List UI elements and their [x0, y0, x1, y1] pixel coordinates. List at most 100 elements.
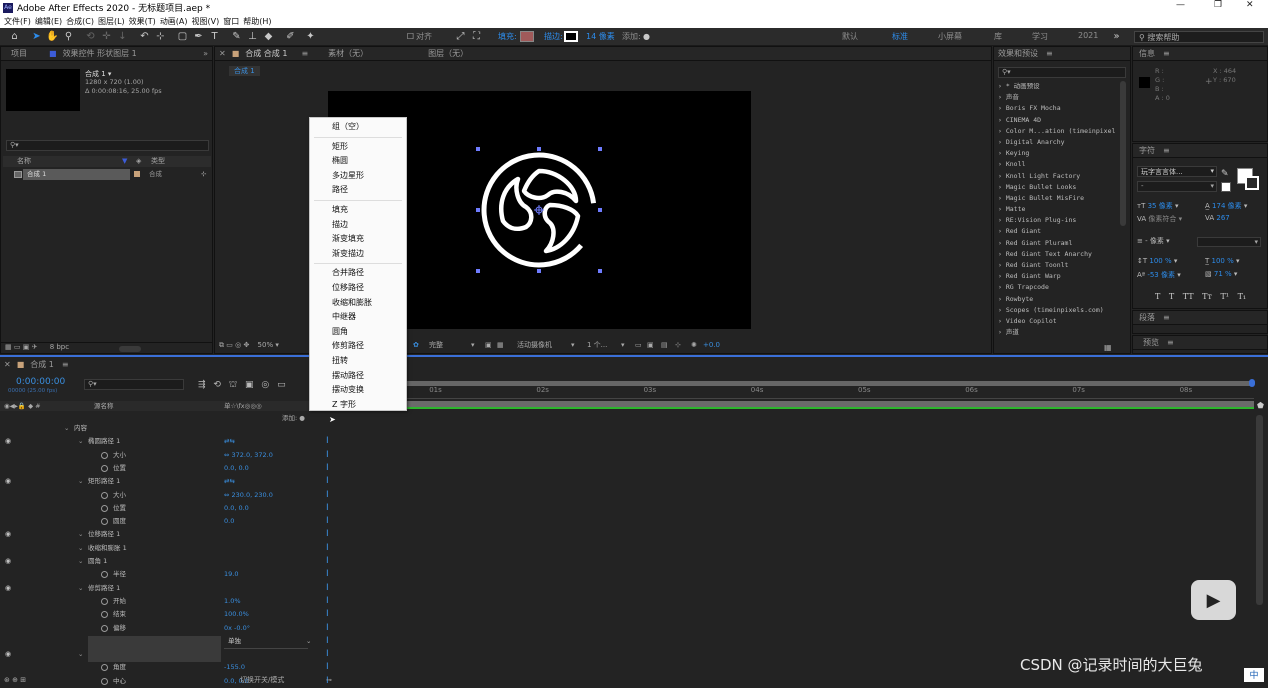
property-value[interactable]: 单独: [224, 635, 308, 650]
menu-item-round-corners[interactable]: 圆角: [310, 325, 406, 340]
twirl-arrow-icon[interactable]: ⌄: [78, 475, 83, 488]
bpc-label[interactable]: 8 bpc: [50, 343, 69, 351]
panel-menu-icon[interactable]: ≡: [301, 49, 308, 58]
eraser-tool-icon[interactable]: ◆: [262, 30, 275, 43]
panel-menu-icon[interactable]: ≡: [1163, 49, 1170, 58]
visibility-eye-icon[interactable]: ◉: [5, 648, 11, 661]
menu-window[interactable]: 窗口: [223, 16, 239, 27]
timeline-property-row[interactable]: 偏移 0x -0.0° I: [0, 622, 329, 635]
stroke-color-box[interactable]: [1245, 176, 1259, 190]
menu-item-offset-paths[interactable]: 位移路径: [310, 281, 406, 296]
workspace-2021[interactable]: 2021: [1078, 31, 1098, 40]
pan-tool-icon[interactable]: ✛: [100, 30, 113, 43]
keyframe-marker-icon[interactable]: I: [326, 582, 329, 595]
tab-effect-controls[interactable]: 效果控件 形状图层 1: [63, 48, 137, 59]
settings-icon[interactable]: ✈: [32, 343, 38, 351]
add-label[interactable]: 添加:: [622, 31, 641, 42]
timeline-property-row[interactable]: 半径 19.0 I: [0, 568, 329, 581]
fill-label[interactable]: 填充:: [498, 31, 517, 42]
indent-value[interactable]: - 像素: [1145, 237, 1164, 245]
col-switches[interactable]: 单☆\fx◎◎◎: [224, 401, 262, 411]
effects-scrollbar[interactable]: [1120, 81, 1126, 226]
faux-bold-button[interactable]: T: [1155, 292, 1160, 301]
stopwatch-icon[interactable]: [101, 624, 108, 632]
maximize-button[interactable]: ❐: [1214, 0, 1222, 10]
visibility-eye-icon[interactable]: ◉: [5, 555, 11, 568]
menu-item-fill[interactable]: 填充: [310, 203, 406, 218]
keyframe-marker-icon[interactable]: I: [326, 528, 329, 541]
menu-file[interactable]: 文件(F): [4, 16, 31, 27]
property-value[interactable]: ⇄⇆: [224, 435, 235, 448]
fit-view-icon[interactable]: ▭: [635, 338, 642, 352]
twirl-arrow-icon[interactable]: ⌄: [78, 528, 83, 541]
snap-option-icon[interactable]: ⛶: [470, 30, 483, 43]
horizontal-scale-row[interactable]: T̲ 100 % ▾: [1205, 257, 1240, 265]
expand-arrow-icon[interactable]: ›: [998, 216, 1006, 224]
comp-flow-icon[interactable]: ⇶: [198, 380, 206, 390]
menu-item-gradient-stroke[interactable]: 渐变描边: [310, 247, 406, 262]
draft-3d-icon[interactable]: ⟲: [213, 380, 221, 390]
subscript-button[interactable]: T₁: [1238, 292, 1247, 301]
effects-category-item[interactable]: › Red Giant: [994, 226, 1118, 237]
motion-blur-icon[interactable]: ◎: [261, 380, 269, 390]
timeline-property-row[interactable]: ◉ ⌄ 位移路径 1 I: [0, 528, 329, 541]
property-value[interactable]: 0.0: [224, 515, 234, 528]
search-help-box[interactable]: ⚲ 搜索帮助: [1134, 31, 1264, 43]
tsume-row[interactable]: ▧ 71 % ▾: [1205, 270, 1237, 278]
add-icon[interactable]: ●: [640, 30, 653, 43]
workspace-small-screen[interactable]: 小屏幕: [938, 31, 962, 42]
effects-category-item[interactable]: › RG Trapcode: [994, 282, 1118, 293]
twirl-arrow-icon[interactable]: ⌄: [78, 555, 83, 568]
effects-category-item[interactable]: › Keying: [994, 148, 1118, 159]
visibility-eye-icon[interactable]: ◉: [5, 528, 11, 541]
expand-arrow-icon[interactable]: ›: [998, 82, 1006, 90]
color-wheel-icon[interactable]: ✿: [413, 338, 419, 352]
flowchart-icon[interactable]: ⊹: [675, 338, 681, 352]
property-value[interactable]: -155.0: [224, 661, 245, 674]
mask-icon[interactable]: ◎: [235, 341, 241, 349]
stopwatch-icon[interactable]: [101, 491, 108, 499]
snapshot-icon[interactable]: ⧉: [219, 341, 224, 349]
all-caps-button[interactable]: TT: [1183, 292, 1194, 301]
expand-arrow-icon[interactable]: ›: [998, 317, 1006, 325]
grid-icon[interactable]: ▭: [226, 341, 233, 349]
property-value[interactable]: 0.0, 0.0: [224, 462, 249, 475]
menu-view[interactable]: 视图(V): [192, 16, 220, 27]
expand-arrow-icon[interactable]: ›: [998, 160, 1006, 168]
snap-icon[interactable]: ⤢: [454, 30, 467, 43]
stopwatch-icon[interactable]: [101, 664, 108, 672]
menu-item-twist[interactable]: 扭转: [310, 354, 406, 369]
tracking-row[interactable]: VA 267: [1205, 214, 1230, 222]
menu-animation[interactable]: 动画(A): [160, 16, 188, 27]
menu-item-merge-paths[interactable]: 合并路径: [310, 266, 406, 281]
menu-item-pucker-bloat[interactable]: 收缩和膨胀: [310, 296, 406, 311]
keyframe-marker-icon[interactable]: I: [326, 449, 329, 462]
graph-editor-icon[interactable]: ▭: [277, 380, 286, 390]
timeline-property-row[interactable]: 大小 ⇔ 230.0, 230.0 I: [0, 489, 329, 502]
effects-category-item[interactable]: › CINEMA 4D: [994, 115, 1118, 126]
effects-category-item[interactable]: › Video Copilot: [994, 316, 1118, 327]
vertical-scale-row[interactable]: ↕T 100 % ▾: [1137, 257, 1177, 265]
stroke-color-swatch[interactable]: [564, 31, 578, 42]
visibility-eye-icon[interactable]: ◉: [5, 475, 11, 488]
twirl-arrow-icon[interactable]: ⌄: [78, 542, 83, 555]
anchor-tool-icon[interactable]: ⊹: [154, 30, 167, 43]
orbit-tool-icon[interactable]: ⟲: [84, 30, 97, 43]
expand-arrow-icon[interactable]: ›: [998, 149, 1006, 157]
tab-timeline-comp[interactable]: 合成 1: [30, 359, 54, 370]
panel-overflow-icon[interactable]: »: [203, 49, 208, 58]
region-icon[interactable]: ▣: [485, 338, 492, 352]
tab-layer[interactable]: 图层（无）: [428, 48, 468, 59]
text-tool-icon[interactable]: T: [208, 30, 221, 43]
col-name[interactable]: 名称: [17, 157, 31, 165]
black-white-swatch[interactable]: [1221, 182, 1231, 192]
rectangle-tool-icon[interactable]: ▢: [176, 30, 189, 43]
dolly-tool-icon[interactable]: ↓: [116, 30, 129, 43]
effects-search-input[interactable]: ⚲▾: [998, 67, 1126, 78]
effects-category-item[interactable]: › 声道: [994, 327, 1118, 338]
fill-color-swatch[interactable]: [520, 31, 534, 42]
timeline-property-row[interactable]: 大小 ⇔ 372.0, 372.0 I: [0, 449, 329, 462]
zoom-tool-icon[interactable]: ⚲: [62, 30, 75, 43]
effects-category-item[interactable]: › Red Giant Text Anarchy: [994, 249, 1118, 260]
property-value[interactable]: 0.0, 0.0: [224, 502, 249, 515]
